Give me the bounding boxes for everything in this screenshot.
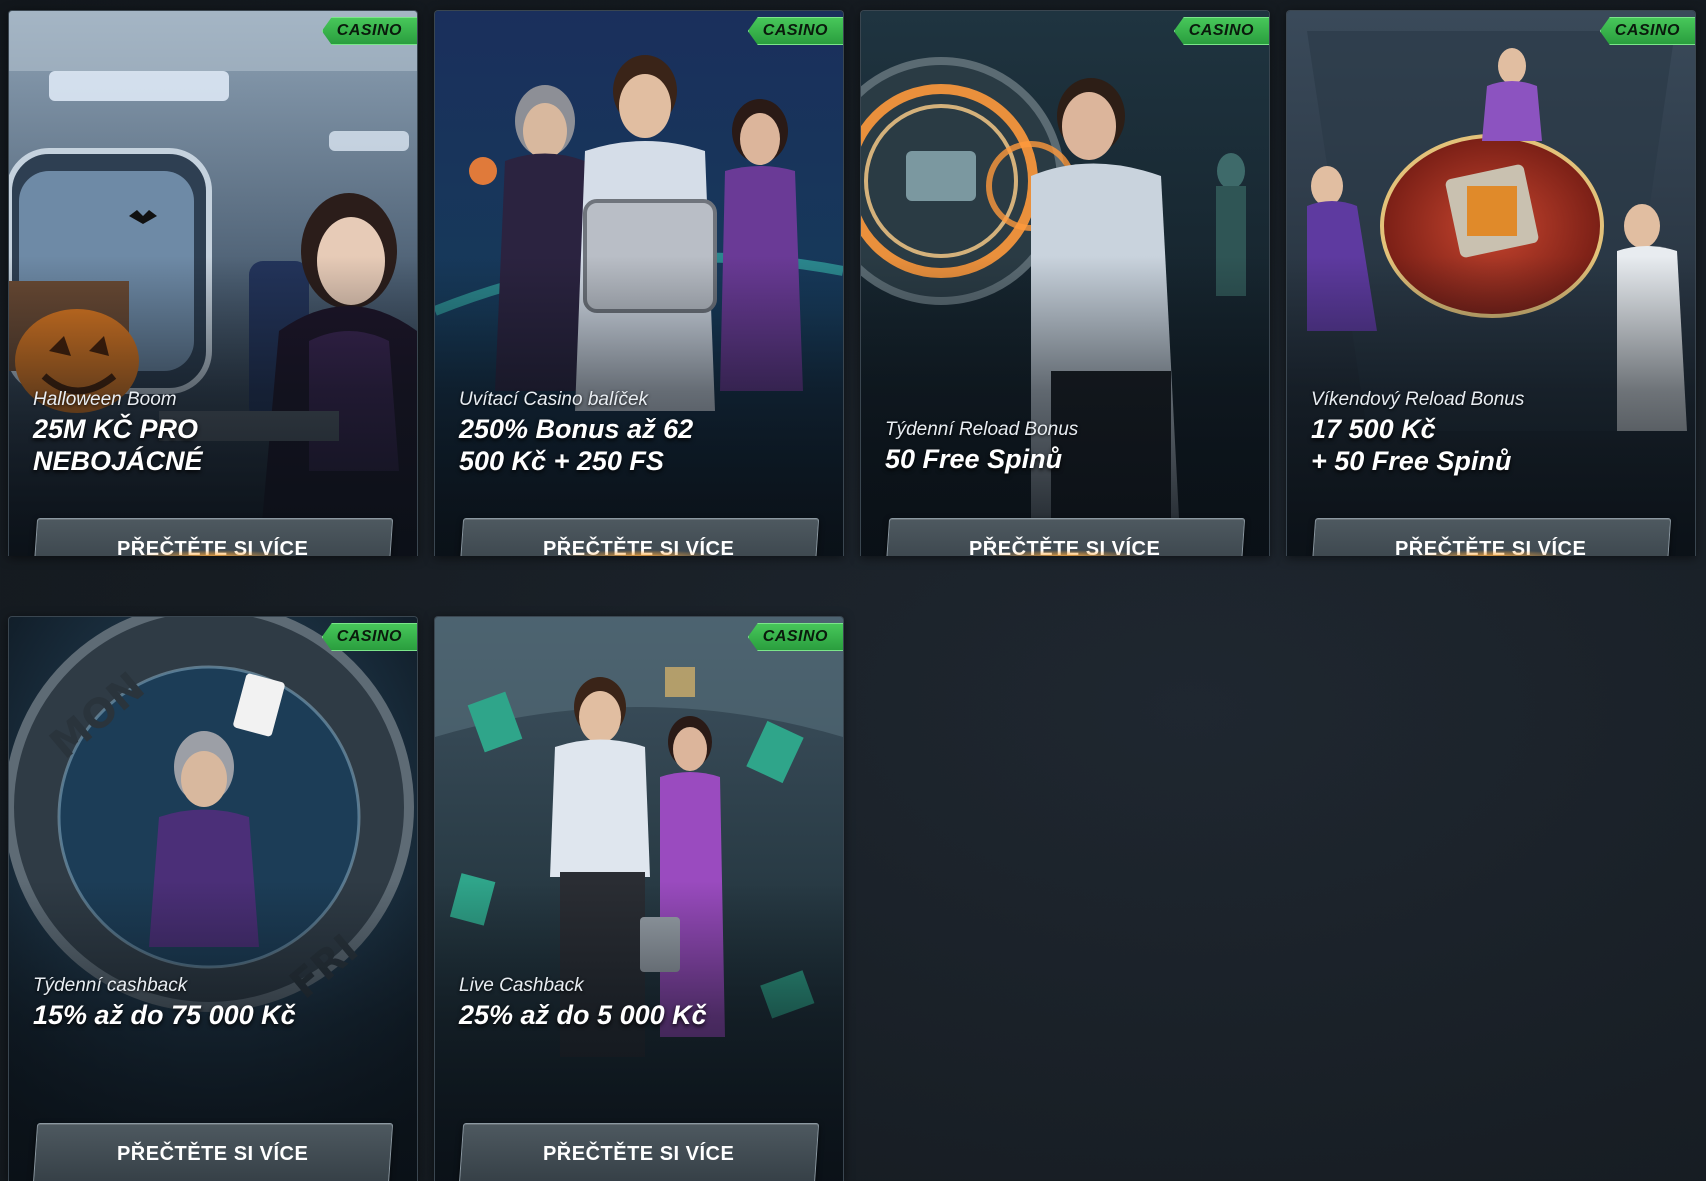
- casino-badge: CASINO: [747, 17, 843, 45]
- promo-headline-line-1: 250% Bonus až 62: [459, 414, 694, 444]
- promo-headline-line-1: 17 500 Kč: [1311, 414, 1436, 444]
- read-more-label: PŘEČTĚTE SI VÍCE: [117, 1142, 309, 1165]
- button-glow: [559, 550, 719, 556]
- button-glow: [133, 550, 293, 556]
- casino-badge: CASINO: [747, 623, 843, 651]
- promo-headline-line-2: NEBOJÁCNÉ: [33, 446, 203, 476]
- promo-headline: 17 500 Kč + 50 Free Spinů: [1311, 413, 1677, 477]
- button-glow: [1411, 550, 1571, 556]
- card-shade: [861, 256, 1269, 556]
- casino-badge: CASINO: [1173, 17, 1269, 45]
- promo-headline-line-1: 50 Free Spinů: [885, 444, 1063, 474]
- promo-card-weekend-reload[interactable]: CASINO Víkendový Reload Bonus 17 500 Kč …: [1286, 10, 1696, 556]
- promo-headline-line-2: + 50 Free Spinů: [1311, 446, 1512, 476]
- read-more-button[interactable]: PŘEČTĚTE SI VÍCE: [32, 1123, 394, 1181]
- casino-badge: CASINO: [321, 17, 417, 45]
- promo-headline: 250% Bonus až 62 500 Kč + 250 FS: [459, 413, 825, 477]
- read-more-label: PŘEČTĚTE SI VÍCE: [543, 1142, 735, 1165]
- promo-card-weekly-cashback[interactable]: MON FRI CASINO Týdenní cashback 15% až d…: [8, 616, 418, 1181]
- promo-headline-line-1: 15% až do 75 000 Kč: [33, 1000, 296, 1030]
- promo-card-live-cashback[interactable]: CASINO Live Cashback 25% až do 5 000 Kč …: [434, 616, 844, 1181]
- promo-subtitle: Týdenní Reload Bonus: [885, 419, 1079, 440]
- promo-card-halloween[interactable]: CASINO Halloween Boom 25M KČ PRO NEBOJÁC…: [8, 10, 418, 556]
- promo-card-weekly-reload[interactable]: CASINO Týdenní Reload Bonus 50 Free Spin…: [860, 10, 1270, 556]
- casino-badge: CASINO: [321, 623, 417, 651]
- promo-subtitle: Uvítací Casino balíček: [459, 389, 649, 410]
- button-glow: [985, 550, 1145, 556]
- promo-headline-line-1: 25M KČ PRO: [33, 414, 199, 444]
- promo-headline: 25M KČ PRO NEBOJÁCNÉ: [33, 413, 399, 477]
- promo-headline: 50 Free Spinů: [885, 443, 1251, 475]
- promo-subtitle: Víkendový Reload Bonus: [1311, 389, 1525, 410]
- promo-headline: 25% až do 5 000 Kč: [459, 999, 825, 1031]
- promo-headline-line-2: 500 Kč + 250 FS: [459, 446, 664, 476]
- promo-subtitle: Halloween Boom: [33, 389, 177, 410]
- promo-subtitle: Týdenní cashback: [33, 975, 188, 996]
- promo-headline: 15% až do 75 000 Kč: [33, 999, 399, 1031]
- promo-subtitle: Live Cashback: [459, 975, 584, 996]
- promo-card-welcome-package[interactable]: CASINO Uvítací Casino balíček 250% Bonus…: [434, 10, 844, 556]
- promo-headline-line-1: 25% až do 5 000 Kč: [459, 1000, 707, 1030]
- read-more-button[interactable]: PŘEČTĚTE SI VÍCE: [458, 1123, 820, 1181]
- casino-badge: CASINO: [1599, 17, 1695, 45]
- promotions-grid: CASINO Halloween Boom 25M KČ PRO NEBOJÁC…: [0, 0, 1706, 1181]
